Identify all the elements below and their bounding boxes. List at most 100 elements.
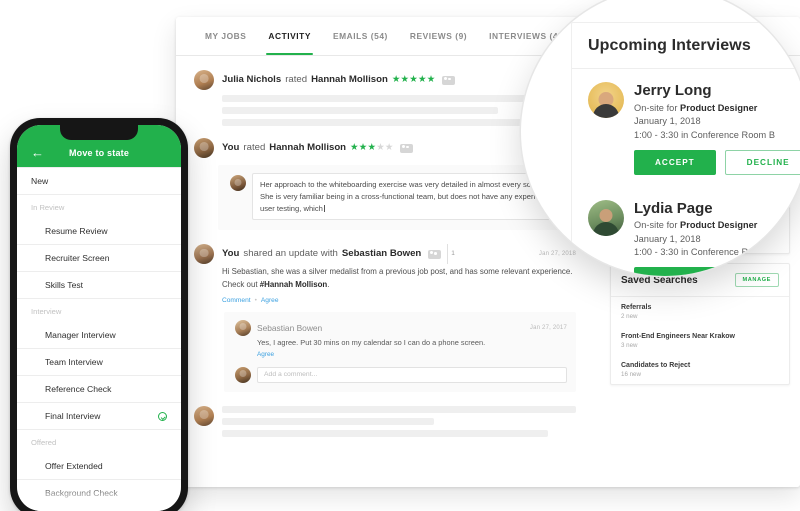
tab-emails-54[interactable]: EMAILS (54) (322, 17, 399, 55)
star-rating: ★ ★ ★ ★ ★ (392, 70, 435, 90)
saved-search-item[interactable]: Referrals 2 new (611, 297, 789, 326)
magnified-upcoming-header: Upcoming Interviews (572, 23, 800, 69)
state-row-label: Manager Interview (45, 330, 116, 340)
phone-notch (60, 125, 138, 140)
state-row-recruiter-screen[interactable]: Recruiter Screen (17, 245, 181, 272)
decline-button[interactable]: DECLINE (724, 149, 800, 175)
star-1[interactable]: ★ (350, 138, 359, 158)
star-1[interactable]: ★ (392, 70, 401, 90)
state-row-manager-interview[interactable]: Manager Interview (17, 322, 181, 349)
people-icon (428, 249, 442, 259)
state-row-label: New (31, 176, 49, 186)
avatar (194, 70, 214, 90)
actor-name: Julia Nichols (222, 74, 282, 85)
review-textarea[interactable]: Her approach to the whiteboarding exerci… (252, 173, 568, 221)
state-row-label: Reference Check (45, 384, 112, 394)
panel-title: Saved Searches (621, 274, 698, 286)
star-5[interactable]: ★ (427, 70, 436, 90)
state-group-in-review: In Review (31, 203, 65, 212)
activity-verb: rated (243, 142, 266, 153)
reply-header: Sebastian Bowen Jan 27, 2017 (257, 320, 567, 336)
reply-text: Yes, I agree. Put 30 mins on my calendar… (257, 337, 486, 347)
actor-name: You (222, 142, 240, 153)
review-text-value: Her approach to the whiteboarding exerci… (260, 180, 560, 213)
state-row-final-interview[interactable]: Final Interview (17, 403, 181, 430)
placeholder-bar (222, 107, 499, 114)
star-4[interactable]: ★ (418, 70, 427, 90)
screenshot-stage: MY JOBS ACTIVITY EMAILS (54) REVIEWS (9) INT… (0, 0, 800, 511)
placeholder-bar (222, 417, 435, 425)
avatar (230, 175, 246, 191)
state-group-interview: Interview (31, 307, 62, 316)
state-row-new[interactable]: New (17, 167, 181, 195)
saved-searches-card: Saved Searches MANAGE Referrals 2 new Fron… (610, 263, 790, 385)
reply-item: Sebastian Bowen Jan 27, 2017 Yes, I agre… (233, 319, 567, 358)
state-row-label: Final Interview (45, 411, 101, 421)
state-row-background-check[interactable]: Background Check (17, 480, 181, 507)
placeholder-bar (222, 95, 576, 102)
state-row-label: Resume Review (45, 226, 108, 236)
avatar (194, 244, 214, 265)
star-rating: ★ ★ ★ ★ ★ (350, 138, 393, 158)
state-row-skills-test[interactable]: Skills Test (17, 272, 181, 299)
interview-actions: ACCEPT DECLINE (634, 267, 800, 276)
star-2[interactable]: ★ (359, 138, 368, 158)
state-row-offer-extended[interactable]: Offer Extended (17, 453, 181, 480)
subject-name: Hannah Mollison (269, 142, 347, 153)
interview-type: On-site for Product Designer (634, 103, 792, 113)
candidate-tag[interactable]: #Hannah Mollison (260, 280, 328, 289)
star-2[interactable]: ★ (401, 70, 410, 90)
state-group-offered: Offered (31, 438, 57, 447)
activity-verb: shared an update with (243, 248, 338, 260)
comment-compose-row: Add a comment... (233, 366, 567, 383)
placeholder-bar (222, 429, 548, 437)
tab-reviews-9[interactable]: REVIEWS (9) (399, 17, 478, 55)
people-icon (400, 143, 414, 153)
tab-activity[interactable]: ACTIVITY (257, 17, 322, 55)
star-3[interactable]: ★ (409, 70, 418, 90)
saved-search-count: 16 new (621, 371, 641, 378)
avatar (588, 82, 624, 118)
subject-name: Sebastian Bowen (341, 248, 422, 260)
accept-button[interactable]: ACCEPT (634, 267, 716, 276)
reply-actions: Agree (257, 351, 567, 358)
star-4[interactable]: ★ (376, 138, 385, 158)
panel-title: Upcoming Interviews (588, 37, 751, 54)
decline-button[interactable]: DECLINE (724, 267, 800, 276)
update-body-line-2: Check out #Hannah Mollison. (222, 279, 576, 292)
saved-search-item[interactable]: Candidates to Reject 16 new (611, 355, 789, 384)
state-row-reference-check[interactable]: Reference Check (17, 376, 181, 403)
saved-search-name: Referrals (621, 304, 652, 311)
state-row-team-interview[interactable]: Team Interview (17, 349, 181, 376)
comment-action[interactable]: Comment (222, 297, 251, 304)
agree-action[interactable]: Agree (261, 297, 279, 304)
saved-search-item[interactable]: Front-End Engineers Near Krakow 3 new (611, 326, 789, 355)
interview-candidate-name: Lydia Page (634, 199, 713, 217)
interview-item-jerry-long: Jerry Long On-site for Product Designer … (572, 69, 800, 187)
star-5[interactable]: ★ (385, 138, 394, 158)
reply-date: Jan 27, 2017 (529, 324, 567, 331)
state-row-resume-review[interactable]: Resume Review (17, 218, 181, 245)
activity-item-your-rating: You rated Hannah Mollison ★ ★ ★ ★ ★ Her appr… (194, 138, 576, 231)
interview-item-lydia-page: Lydia Page On-site for Product Designer … (572, 187, 800, 276)
action-separator: • (254, 296, 257, 304)
actor-name: You (222, 248, 240, 260)
reply-agree-action[interactable]: Agree (257, 351, 274, 358)
star-3[interactable]: ★ (367, 138, 376, 158)
move-to-state-list: New In Review Resume Review Recruiter Scree… (17, 167, 181, 511)
state-row-label: Skills Test (45, 280, 84, 290)
activity-item-placeholder (194, 405, 576, 437)
state-row-label: Recruiter Screen (45, 253, 110, 263)
tab-my-jobs[interactable]: MY JOBS (194, 17, 257, 55)
saved-search-name: Front-End Engineers Near Krakow (621, 333, 735, 340)
text-cursor (323, 204, 325, 212)
activity-item-rating: Julia Nichols rated Hannah Mollison ★ ★ ★ ★… (194, 70, 576, 126)
comment-input[interactable]: Add a comment... (257, 366, 567, 383)
accept-button[interactable]: ACCEPT (634, 149, 716, 175)
back-arrow-icon[interactable]: ← (31, 146, 44, 159)
state-row-label: Background Check (45, 488, 118, 498)
interview-candidate-name: Jerry Long (634, 82, 712, 99)
state-row-label: Team Interview (45, 357, 103, 367)
update-body: Hi Sebastian, she was a silver medalist … (222, 266, 576, 291)
avatar (588, 199, 624, 236)
